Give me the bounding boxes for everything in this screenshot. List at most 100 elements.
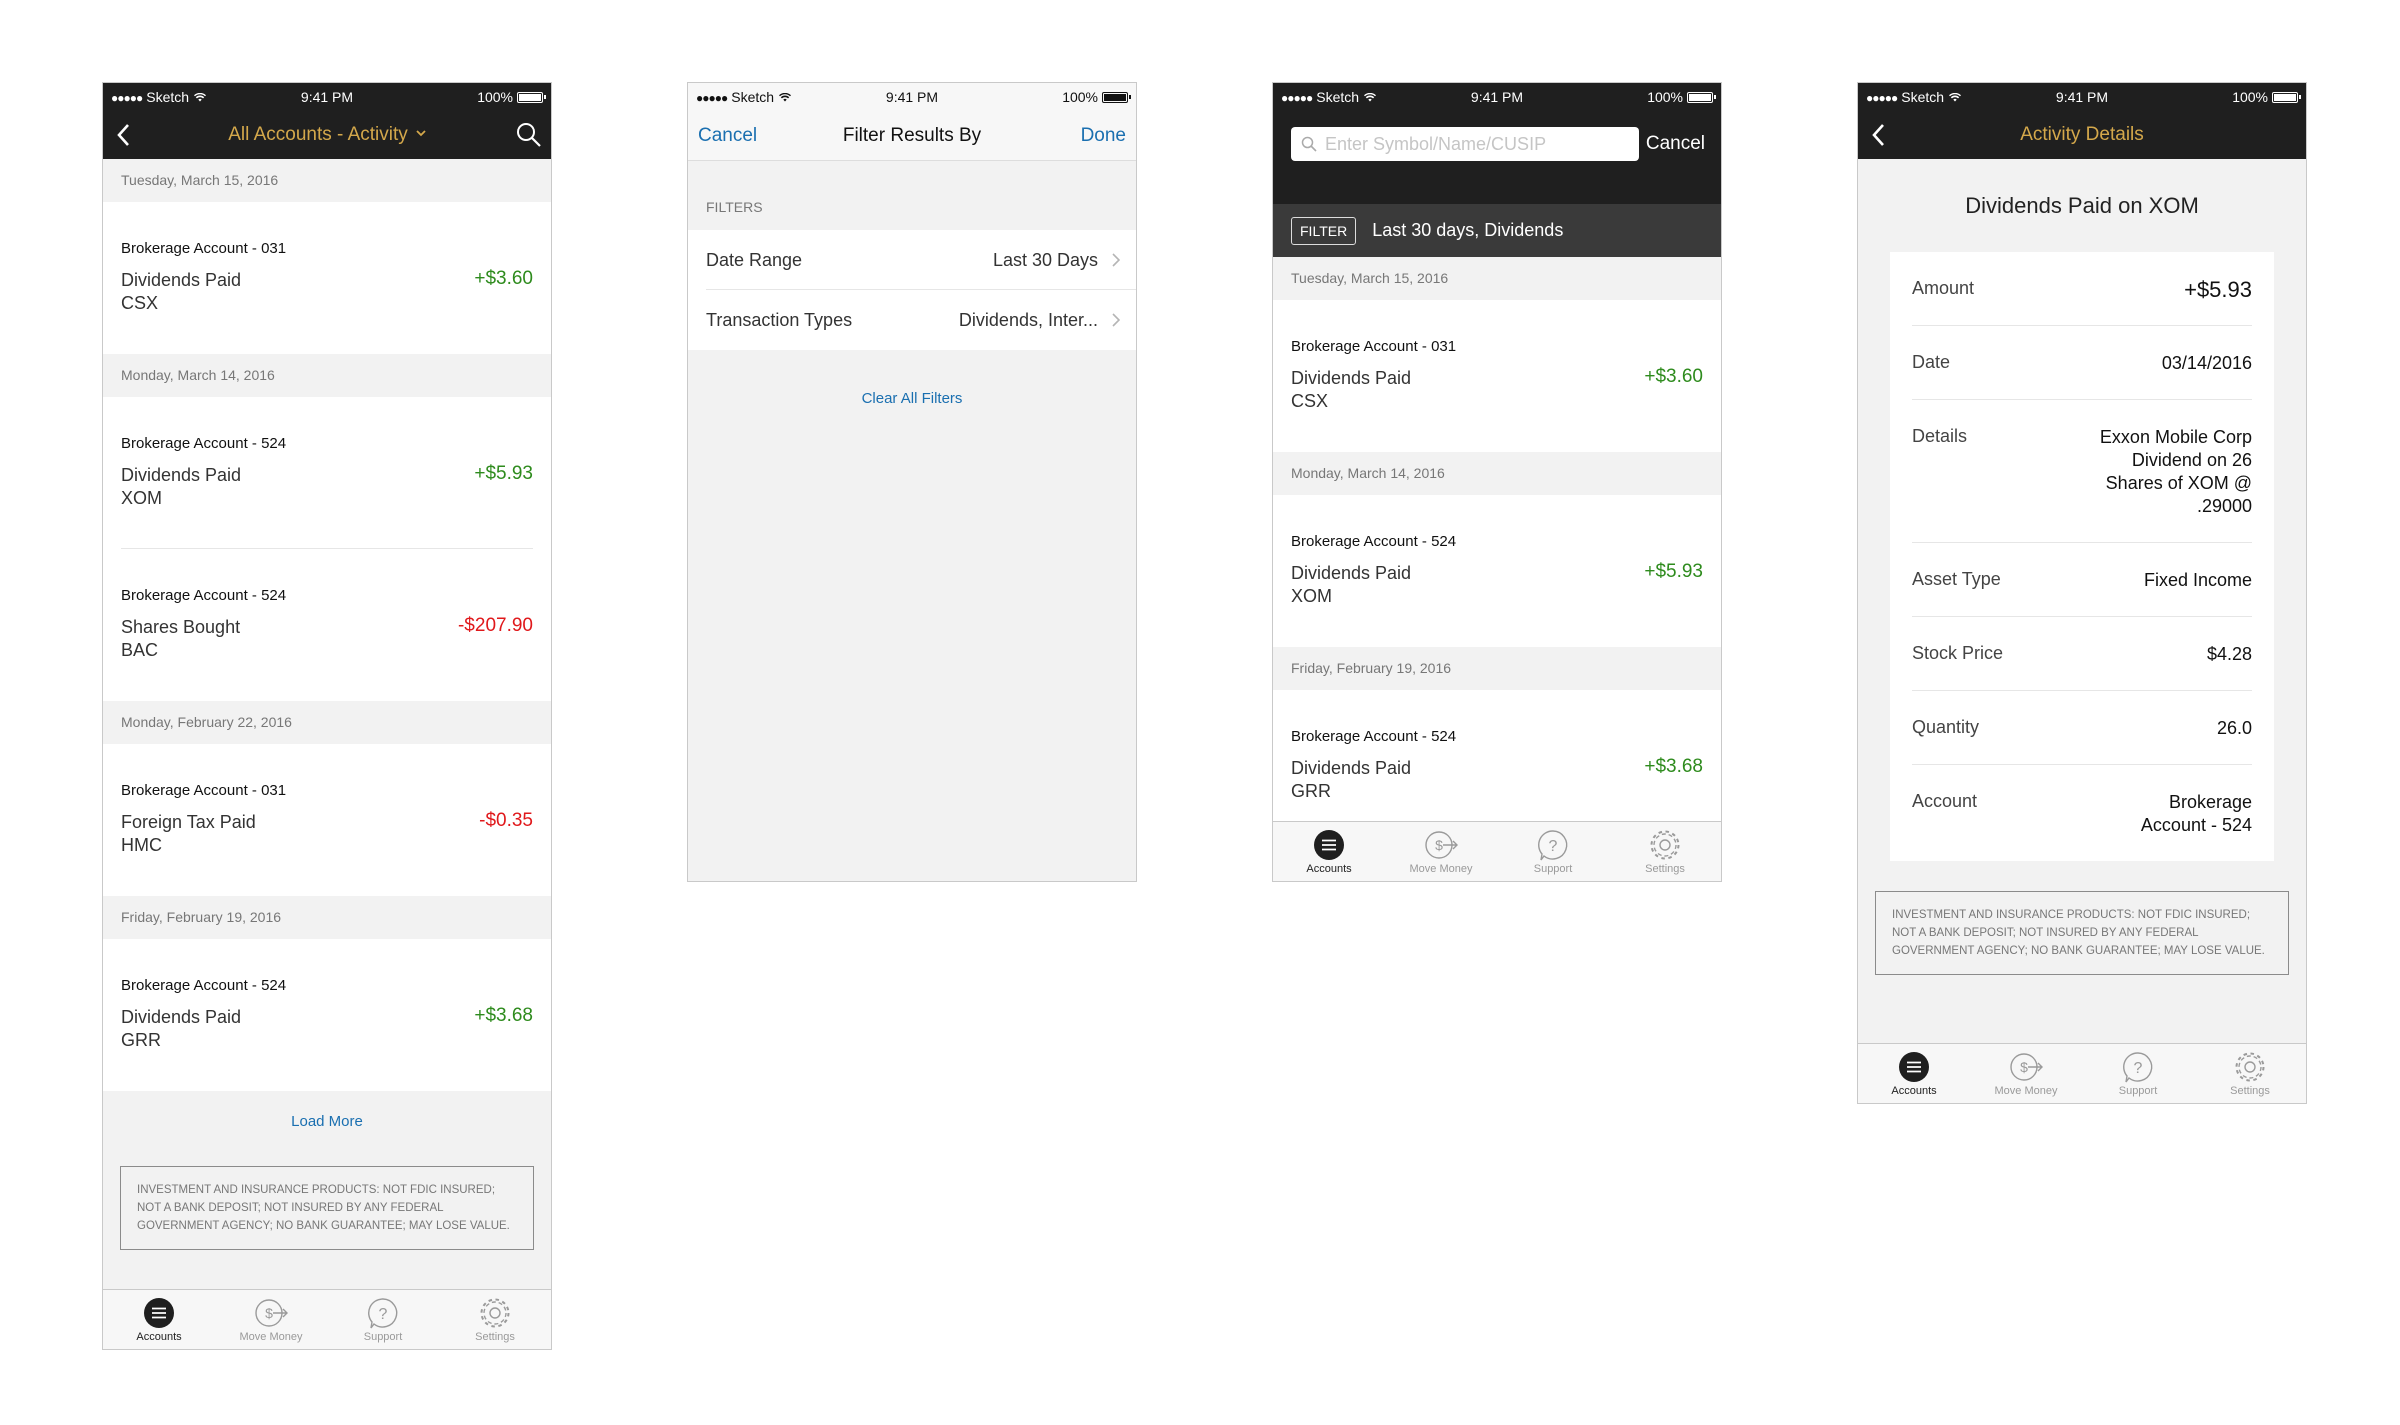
tab-support[interactable]: ? Support [327, 1290, 439, 1349]
filter-row-transaction-types[interactable]: Transaction Types Dividends, Inter... [688, 290, 1136, 350]
battery-percent: 100% [477, 89, 513, 105]
detail-value: Brokerage Account - 524 [2141, 791, 2252, 837]
filter-value: Dividends, Inter... [958, 309, 1098, 330]
battery-percent: 100% [2232, 89, 2268, 105]
detail-value: $4.28 [2206, 644, 2252, 664]
battery-percent: 100% [1647, 89, 1683, 105]
search-input[interactable] [1325, 133, 1625, 155]
tab-move-money[interactable]: $ Move Money [1970, 1044, 2082, 1103]
details-screen: ●●●●● Sketch 9:41 PM 100% Activity Detail… [1857, 82, 2307, 1104]
account-name: Brokerage Account - 031 [1291, 338, 1457, 355]
search-icon [1301, 136, 1317, 152]
filter-row-date-range[interactable]: Date Range Last 30 Days [688, 230, 1136, 290]
transaction-row[interactable]: Brokerage Account - 031 Foreign Tax Paid… [103, 744, 551, 896]
search-results-list: Tuesday, March 15, 2016 Brokerage Accoun… [1273, 257, 1721, 842]
tab-label: Support [2118, 1085, 2158, 1097]
detail-value-line: Dividend on 26 [2131, 450, 2252, 470]
transaction-amount: +$3.60 [474, 268, 533, 289]
support-icon: ? [2123, 1052, 2153, 1083]
tab-bar: Accounts $ Move Money ? Support Settings [1858, 1043, 2306, 1103]
back-chevron-icon[interactable] [1868, 121, 1892, 149]
load-more-button[interactable]: Load More [103, 1091, 551, 1151]
tab-label: Accounts [1306, 863, 1352, 875]
account-selector[interactable]: All Accounts - Activity [228, 124, 426, 146]
search-icon[interactable] [515, 121, 543, 149]
detail-key: Account [1912, 791, 1978, 811]
transaction-row[interactable]: Brokerage Account - 524 Shares Bought BA… [103, 549, 551, 701]
support-icon: ? [368, 1298, 398, 1329]
svg-text:$: $ [265, 1305, 273, 1321]
detail-row-asset-type: Asset Type Fixed Income [1912, 543, 2252, 617]
tab-label: Accounts [136, 1331, 182, 1343]
tab-accounts[interactable]: Accounts [1273, 822, 1385, 881]
transaction-amount: +$3.68 [474, 1005, 533, 1026]
tab-accounts[interactable]: Accounts [103, 1290, 215, 1349]
tab-support[interactable]: ? Support [2082, 1044, 2194, 1103]
account-name: Brokerage Account - 524 [1291, 533, 1457, 550]
detail-key: Quantity [1912, 717, 1980, 737]
filter-button[interactable]: FILTER [1291, 216, 1357, 245]
tab-bar: Accounts $ Move Money ? Support Settings [103, 1289, 551, 1349]
accounts-icon [1899, 1052, 1929, 1082]
detail-key: Date [1912, 352, 1951, 372]
accounts-icon [144, 1298, 174, 1328]
tab-label: Move Money [239, 1331, 303, 1343]
detail-value: Fixed Income [2143, 570, 2252, 590]
cancel-button[interactable]: Cancel [1646, 133, 1705, 155]
account-name: Brokerage Account - 524 [121, 435, 287, 452]
tab-accounts[interactable]: Accounts [1858, 1044, 1970, 1103]
status-bar: ●●●●● Sketch 9:41 PM 100% [688, 83, 1136, 111]
transaction-row[interactable]: Brokerage Account - 524 Dividends Paid G… [1273, 690, 1721, 842]
clear-filters-button[interactable]: Clear All Filters [688, 390, 1136, 407]
tab-settings[interactable]: Settings [439, 1290, 551, 1349]
transaction-row[interactable]: Brokerage Account - 031 Dividends Paid C… [103, 202, 551, 354]
accounts-icon [1314, 830, 1344, 860]
move-money-icon: $ [1425, 831, 1458, 859]
filter-value: Last 30 Days [992, 249, 1098, 270]
filter-label: Transaction Types [706, 309, 853, 330]
cancel-button[interactable]: Cancel [698, 125, 757, 147]
active-filter-bar[interactable]: FILTER Last 30 days, Dividends [1273, 204, 1721, 257]
detail-value: 26.0 [2216, 718, 2252, 738]
page-title: All Accounts - Activity [228, 124, 408, 145]
account-name: Brokerage Account - 524 [121, 587, 287, 604]
tab-label: Settings [2230, 1085, 2270, 1097]
settings-icon [480, 1298, 510, 1328]
date-header: Monday, March 14, 2016 [103, 354, 551, 397]
tab-support[interactable]: ? Support [1497, 822, 1609, 881]
filter-summary: Last 30 days, Dividends [1372, 220, 1564, 240]
transaction-row[interactable]: Brokerage Account - 524 Dividends Paid G… [103, 939, 551, 1091]
activity-screen: ●●●●● Sketch 9:41 PM 100% All Accounts - … [102, 82, 552, 1350]
status-bar: ●●●●● Sketch 9:41 PM 100% [1858, 83, 2306, 111]
back-chevron-icon[interactable] [113, 121, 137, 149]
chevron-right-icon [1112, 313, 1120, 327]
svg-text:$: $ [2020, 1059, 2028, 1075]
transaction-amount: +$3.68 [1644, 756, 1703, 777]
tab-label: Settings [1645, 863, 1685, 875]
done-button[interactable]: Done [1081, 125, 1126, 147]
transaction-row[interactable]: Brokerage Account - 524 Dividends Paid X… [103, 397, 551, 549]
activity-list: Tuesday, March 15, 2016 Brokerage Accoun… [103, 159, 551, 1250]
tab-settings[interactable]: Settings [1609, 822, 1721, 881]
transaction-symbol: CSX [1291, 391, 1329, 411]
details-card: Amount +$5.93 Date 03/14/2016 Details Ex… [1890, 252, 2274, 861]
search-field[interactable] [1291, 127, 1639, 161]
transaction-row[interactable]: Brokerage Account - 524 Dividends Paid X… [1273, 495, 1721, 647]
transaction-type: Dividends Paid [1291, 368, 1412, 388]
detail-row-date: Date 03/14/2016 [1912, 326, 2252, 400]
move-money-icon: $ [2010, 1053, 2043, 1081]
date-header: Tuesday, March 15, 2016 [1273, 257, 1721, 300]
status-bar: ●●●●● Sketch 9:41 PM 100% [103, 83, 551, 111]
transaction-amount: +$3.60 [1644, 366, 1703, 387]
detail-row-stock-price: Stock Price $4.28 [1912, 617, 2252, 691]
transaction-amount: +$5.93 [1644, 561, 1703, 582]
tab-label: Settings [475, 1331, 515, 1343]
nav-bar: Activity Details [1858, 111, 2306, 159]
tab-label: Support [363, 1331, 403, 1343]
tab-label: Support [1533, 863, 1573, 875]
transaction-row[interactable]: Brokerage Account - 031 Dividends Paid C… [1273, 300, 1721, 452]
tab-move-money[interactable]: $ Move Money [215, 1290, 327, 1349]
transaction-type: Dividends Paid [1291, 563, 1412, 583]
tab-settings[interactable]: Settings [2194, 1044, 2306, 1103]
tab-move-money[interactable]: $ Move Money [1385, 822, 1497, 881]
